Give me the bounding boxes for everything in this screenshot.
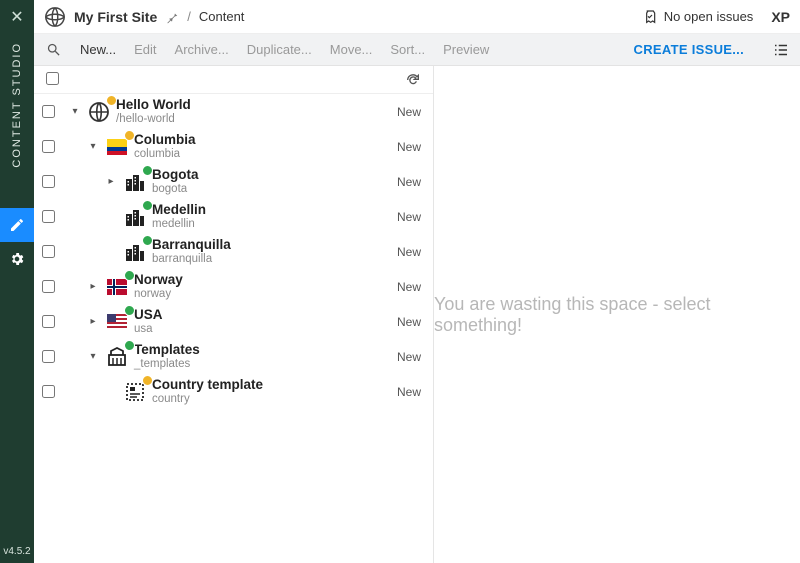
item-name: Norway: [134, 272, 183, 288]
row-checkbox[interactable]: [42, 210, 55, 223]
item-name: Bogota: [152, 167, 199, 183]
row-checkbox[interactable]: [42, 350, 55, 363]
item-name: Country template: [152, 377, 263, 393]
version-label: v4.5.2: [3, 546, 30, 557]
item-path: _templates: [134, 358, 200, 371]
row-checkbox[interactable]: [42, 315, 55, 328]
refresh-icon[interactable]: [405, 72, 421, 88]
row-checkbox[interactable]: [42, 280, 55, 293]
header: My First Site / Content No open issues X…: [34, 0, 800, 34]
flag-colombia-icon: [100, 133, 134, 161]
issues-label: No open issues: [664, 9, 754, 24]
preview-panel: You are wasting this space - select some…: [434, 66, 800, 563]
edit-button[interactable]: Edit: [134, 42, 156, 57]
breadcrumb-separator: /: [187, 9, 191, 24]
pin-icon[interactable]: [165, 10, 179, 24]
expand-toggle[interactable]: ▸: [104, 176, 118, 187]
create-issue-button[interactable]: CREATE ISSUE...: [634, 42, 744, 57]
archive-button[interactable]: Archive...: [175, 42, 229, 57]
item-path: usa: [134, 323, 163, 336]
tree-row[interactable]: Medellinmedellin New: [34, 199, 433, 234]
duplicate-button[interactable]: Duplicate...: [247, 42, 312, 57]
city-icon: [118, 238, 152, 266]
row-checkbox[interactable]: [42, 175, 55, 188]
content-tree: ▾ Hello World/hello-world New ▾ Columbiacolu…: [34, 94, 433, 563]
item-name: Medellin: [152, 202, 206, 218]
status-badge: New: [381, 105, 421, 119]
preview-empty-msg: You are wasting this space - select some…: [434, 294, 800, 336]
status-badge: New: [381, 280, 421, 294]
collapse-toggle[interactable]: ▾: [68, 106, 82, 117]
status-badge: New: [381, 140, 421, 154]
content-tree-panel: ▾ Hello World/hello-world New ▾ Columbiacolu…: [34, 66, 434, 563]
item-path: barranquilla: [152, 253, 231, 266]
city-icon: [118, 203, 152, 231]
close-icon[interactable]: ✕: [0, 0, 34, 34]
tree-row[interactable]: ▸ Norwaynorway New: [34, 269, 433, 304]
preview-button[interactable]: Preview: [443, 42, 489, 57]
status-badge: New: [381, 210, 421, 224]
item-name: Barranquilla: [152, 237, 231, 253]
select-all-checkbox[interactable]: [46, 72, 59, 85]
flag-usa-icon: [100, 308, 134, 336]
item-name: Templates: [134, 342, 200, 358]
app-sidebar: ✕ CONTENT STUDIO v4.5.2: [0, 0, 34, 563]
tree-row[interactable]: Barranquillabarranquilla New: [34, 234, 433, 269]
item-name: USA: [134, 307, 163, 323]
tree-row[interactable]: ▾ Columbiacolumbia New: [34, 129, 433, 164]
expand-toggle[interactable]: ▸: [86, 281, 100, 292]
tree-row[interactable]: ▸ Bogotabogota New: [34, 164, 433, 199]
tree-row[interactable]: Country templatecountry New: [34, 374, 433, 409]
new-button[interactable]: New...: [80, 42, 116, 57]
globe-icon: [82, 98, 116, 126]
status-badge: New: [381, 385, 421, 399]
site-name: My First Site: [74, 9, 157, 25]
status-badge: New: [381, 350, 421, 364]
tree-row[interactable]: ▾ Templates_templates New: [34, 339, 433, 374]
page-template-icon: [118, 378, 152, 406]
city-icon: [118, 168, 152, 196]
item-path: columbia: [134, 148, 196, 161]
row-checkbox[interactable]: [42, 140, 55, 153]
item-name: Columbia: [134, 132, 196, 148]
row-checkbox[interactable]: [42, 105, 55, 118]
site-icon: [44, 6, 66, 28]
app-label: CONTENT STUDIO: [11, 42, 23, 168]
row-checkbox[interactable]: [42, 245, 55, 258]
tree-row[interactable]: ▾ Hello World/hello-world New: [34, 94, 433, 129]
status-badge: New: [381, 175, 421, 189]
collapse-toggle[interactable]: ▾: [86, 351, 100, 362]
tree-row[interactable]: ▸ USAusa New: [34, 304, 433, 339]
collapse-toggle[interactable]: ▾: [86, 141, 100, 152]
item-path: bogota: [152, 183, 199, 196]
item-path: /hello-world: [116, 113, 191, 126]
breadcrumb[interactable]: Content: [199, 9, 245, 24]
sort-button[interactable]: Sort...: [390, 42, 425, 57]
move-button[interactable]: Move...: [330, 42, 373, 57]
status-badge: New: [381, 245, 421, 259]
status-badge: New: [381, 315, 421, 329]
flag-norway-icon: [100, 273, 134, 301]
issues-button[interactable]: No open issues: [642, 9, 754, 25]
item-path: medellin: [152, 218, 206, 231]
expand-toggle[interactable]: ▸: [86, 316, 100, 327]
edit-nav-icon[interactable]: [0, 208, 34, 242]
settings-nav-icon[interactable]: [0, 242, 34, 276]
item-name: Hello World: [116, 97, 191, 113]
item-path: norway: [134, 288, 183, 301]
templates-icon: [100, 343, 134, 371]
toolbar: New... Edit Archive... Duplicate... Move…: [34, 34, 800, 66]
brand-button[interactable]: XP: [771, 9, 790, 25]
row-checkbox[interactable]: [42, 385, 55, 398]
item-path: country: [152, 393, 263, 406]
search-icon[interactable]: [44, 41, 62, 59]
list-view-icon[interactable]: [772, 41, 790, 59]
